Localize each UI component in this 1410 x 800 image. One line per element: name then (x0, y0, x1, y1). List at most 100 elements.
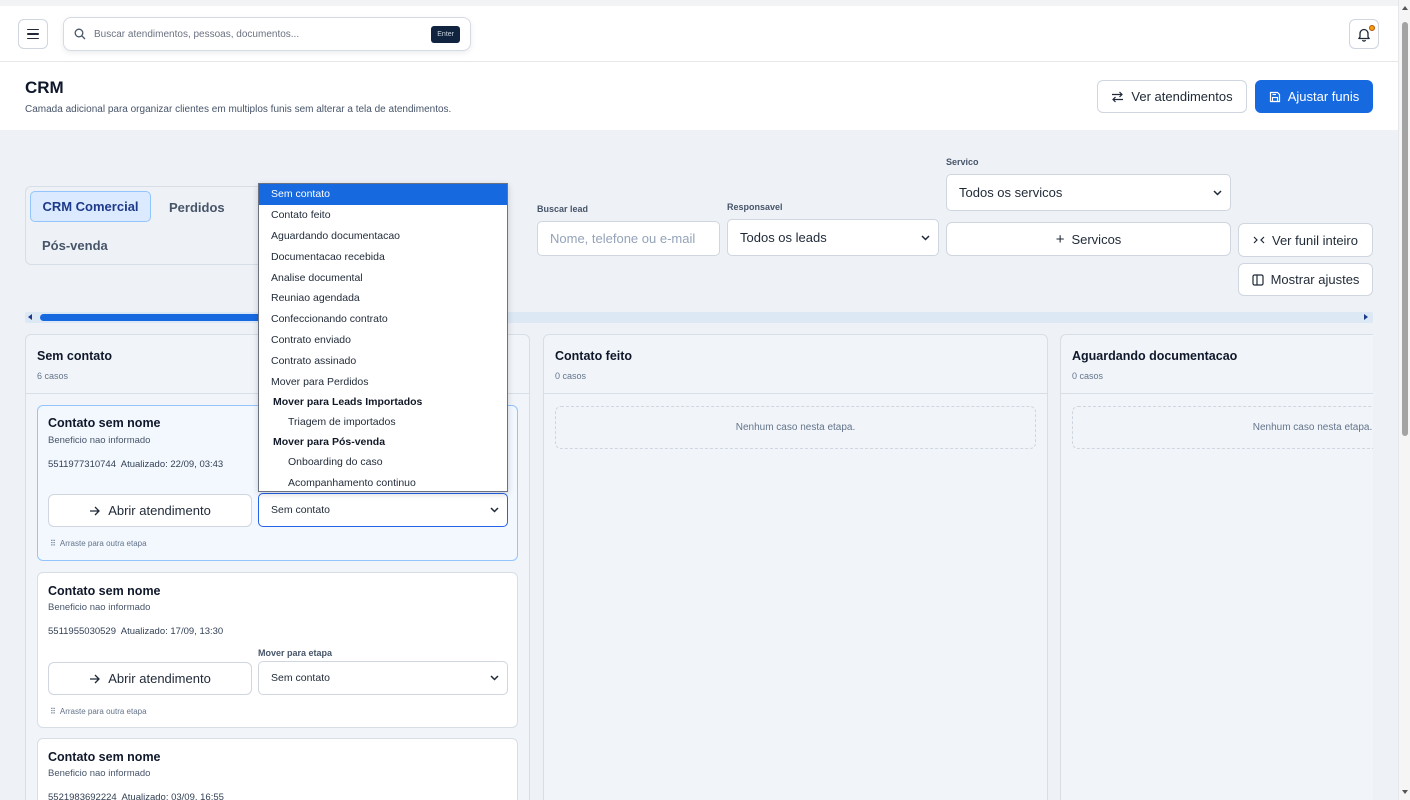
full-funnel-button[interactable]: Ver funil inteiro (1238, 223, 1373, 257)
column-title: Sem contato (37, 349, 113, 363)
column-title: Aguardando documentacao (1072, 349, 1238, 363)
option-contrato-assinado[interactable]: Contrato assinado (259, 350, 507, 371)
lead-updated: Atualizado: 22/09, 03:43 (120, 459, 224, 470)
scroll-right-icon[interactable] (1364, 314, 1368, 320)
search-lead-input[interactable]: Nome, telefone ou e-mail (537, 221, 720, 256)
lead-updated: Atualizado: 03/09, 16:55 (121, 792, 224, 800)
service-select[interactable]: Todos os servicos (946, 174, 1231, 211)
page-vertical-scrollbar[interactable] (1398, 0, 1410, 800)
notifications-button[interactable] (1349, 19, 1379, 49)
open-attendance-button[interactable]: Abrir atendimento (48, 494, 252, 527)
notification-dot (1369, 25, 1375, 31)
menu-button[interactable] (18, 19, 48, 49)
chevron-down-icon (490, 675, 499, 681)
option-contrato-enviado[interactable]: Contrato enviado (259, 330, 507, 351)
lead-phone: 5511955030529 (48, 626, 116, 637)
empty-column-placeholder: Nenhum caso nesta etapa. (555, 406, 1036, 449)
enter-key-hint: Enter (431, 25, 460, 43)
option-triagem-de-importados[interactable]: Triagem de importados (259, 411, 507, 432)
option-aguardando-documentacao[interactable]: Aguardando documentacao (259, 226, 507, 247)
column-count: 6 casos (37, 371, 69, 381)
optgroup-pos-venda: Mover para Pós-venda (273, 436, 386, 449)
top-bar: Enter (0, 0, 1398, 62)
lead-meta: 5511955030529 Atualizado: 17/09, 13:30 (48, 626, 223, 637)
column-aguardando-documentacao: Aguardando documentacao 0 casos Nenhum c… (1060, 334, 1373, 800)
lead-name: Contato sem nome (48, 584, 161, 598)
lead-phone: 5511977310744 (48, 459, 116, 470)
swap-icon (1112, 91, 1124, 102)
lead-meta: 5511977310744 Atualizado: 22/09, 03:43 (48, 459, 223, 470)
option-documentacao-recebida[interactable]: Documentacao recebida (259, 246, 507, 267)
adjust-funnels-button[interactable]: Ajustar funis (1255, 80, 1373, 113)
lead-card[interactable]: Contato sem nome Beneficio nao informado… (37, 738, 518, 800)
lead-card[interactable]: Contato sem nome Beneficio nao informado… (37, 572, 518, 728)
column-header: Contato feito 0 casos (544, 335, 1047, 394)
global-search: Enter (63, 17, 471, 51)
option-onboarding-do-caso[interactable]: Onboarding do caso (259, 452, 507, 473)
search-lead-label: Buscar lead (537, 204, 589, 214)
option-confeccionando-contrato[interactable]: Confeccionando contrato (259, 309, 507, 330)
page-title: CRM (25, 78, 64, 97)
drag-hint[interactable]: ⠿ Arraste para outra etapa (50, 539, 147, 548)
arrow-right-icon (90, 506, 101, 515)
column-count: 0 casos (555, 371, 587, 381)
lead-phone: 5521983692224 (48, 792, 117, 800)
plus-icon: + (1055, 230, 1065, 248)
save-icon (1269, 91, 1280, 102)
scroll-down-icon[interactable] (1402, 790, 1408, 794)
global-search-input[interactable] (94, 28, 432, 40)
funnel-tabs: CRM Comercial Perdidos Pós-venda (25, 186, 265, 265)
owner-label: Responsavel (727, 202, 783, 212)
option-sem-contato[interactable]: Sem contato (259, 184, 507, 205)
tab-pos-venda[interactable]: Pós-venda (42, 238, 108, 253)
show-settings-button[interactable]: Mostrar ajustes (1238, 263, 1373, 296)
lead-meta: 5521983692224 Atualizado: 03/09, 16:55 (48, 792, 224, 800)
open-attendance-button[interactable]: Abrir atendimento (48, 662, 252, 695)
page-header: CRM Camada adicional para organizar clie… (0, 62, 1398, 130)
scroll-left-icon[interactable] (28, 314, 32, 320)
column-count: 0 casos (1072, 371, 1104, 381)
panel-icon (1251, 273, 1264, 286)
column-title: Contato feito (555, 349, 633, 363)
column-header: Aguardando documentacao 0 casos (1061, 335, 1373, 394)
drag-hint[interactable]: ⠿ Arraste para outra etapa (50, 707, 147, 716)
search-icon (74, 28, 86, 40)
move-stage-select[interactable]: Sem contato (258, 661, 508, 695)
board-horizontal-scrollbar[interactable] (25, 312, 1373, 323)
option-contato-feito[interactable]: Contato feito (259, 205, 507, 226)
lead-updated: Atualizado: 17/09, 13:30 (120, 626, 224, 637)
view-attendances-button[interactable]: Ver atendimentos (1097, 80, 1247, 113)
move-stage-label: Mover para etapa (258, 648, 333, 658)
drag-handle-icon: ⠿ (50, 539, 56, 548)
option-mover-para-perdidos[interactable]: Mover para Perdidos (259, 371, 507, 392)
tab-perdidos[interactable]: Perdidos (169, 200, 225, 215)
service-label: Servico (946, 157, 979, 167)
drag-handle-icon: ⠿ (50, 707, 56, 716)
arrow-right-icon (90, 674, 101, 683)
lead-benefit: Beneficio nao informado (48, 768, 151, 779)
lead-name: Contato sem nome (48, 416, 161, 430)
chevron-down-icon (490, 507, 499, 513)
services-button[interactable]: + Servicos (946, 222, 1231, 256)
owner-select[interactable]: Todos os leads (727, 219, 939, 256)
collapse-arrows-icon (1253, 236, 1265, 244)
stage-dropdown-list: Sem contato Contato feito Aguardando doc… (258, 183, 508, 492)
move-stage-select[interactable]: Sem contato (258, 493, 508, 527)
column-contato-feito: Contato feito 0 casos Nenhum caso nesta … (543, 334, 1048, 800)
option-analise-documental[interactable]: Analise documental (259, 267, 507, 288)
scroll-up-icon[interactable] (1402, 6, 1408, 10)
empty-column-placeholder: Nenhum caso nesta etapa. (1072, 406, 1373, 449)
option-acompanhamento-continuo[interactable]: Acompanhamento continuo (259, 473, 507, 494)
chevron-down-icon (1213, 189, 1222, 196)
scroll-thumb[interactable] (40, 314, 270, 321)
hamburger-icon (27, 28, 39, 31)
optgroup-leads-importados: Mover para Leads Importados (273, 395, 423, 408)
page-subtitle: Camada adicional para organizar clientes… (25, 104, 452, 115)
chevron-down-icon (921, 234, 930, 241)
tab-crm-comercial[interactable]: CRM Comercial (30, 191, 151, 222)
lead-name: Contato sem nome (48, 750, 161, 764)
lead-benefit: Beneficio nao informado (48, 435, 151, 446)
scroll-thumb[interactable] (1402, 22, 1408, 436)
lead-benefit: Beneficio nao informado (48, 602, 151, 613)
option-reuniao-agendada[interactable]: Reuniao agendada (259, 288, 507, 309)
